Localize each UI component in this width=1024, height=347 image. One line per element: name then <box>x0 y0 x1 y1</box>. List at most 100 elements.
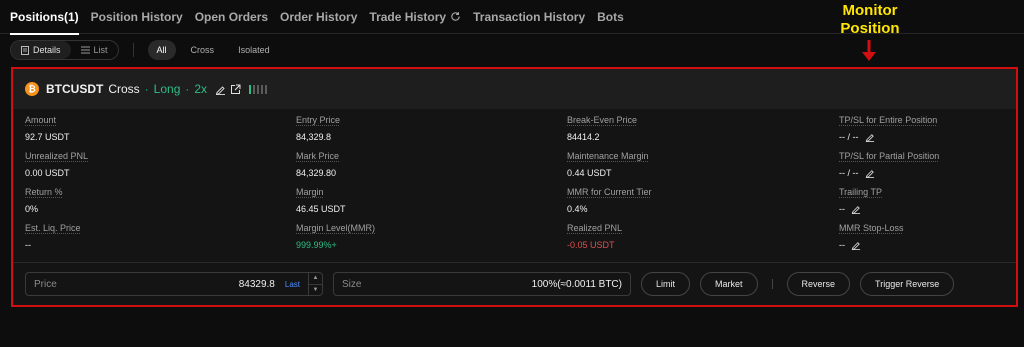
margin-level-value: 999.99%+ <box>296 240 337 250</box>
annotation-arrow-icon <box>862 40 876 61</box>
edit-tpsl-partial-icon[interactable] <box>865 168 875 178</box>
position-side: Long <box>153 82 181 96</box>
field-mmr-stop: MMR Stop-Loss -- <box>839 223 1024 250</box>
trigger-reverse-button[interactable]: Trigger Reverse <box>860 272 955 296</box>
price-stepper: ▲ ▼ <box>308 273 322 295</box>
return-value: 0% <box>25 204 39 214</box>
position-symbol: BTCUSDT <box>46 82 104 96</box>
mark-price-label: Mark Price <box>296 151 340 161</box>
tab-positions[interactable]: Positions(1) <box>10 0 79 35</box>
margin-level-label: Margin Level(MMR) <box>296 223 376 233</box>
risk-bar <box>253 84 256 94</box>
button-divider <box>771 279 773 289</box>
field-return: Return % 0% <box>25 187 285 214</box>
bitcoin-icon: ₿ <box>25 82 39 96</box>
tab-order-history[interactable]: Order History <box>280 0 357 34</box>
tab-position-history[interactable]: Position History <box>91 0 183 34</box>
filter-cross[interactable]: Cross <box>182 40 224 60</box>
mmr-tier-value: 0.4% <box>567 204 588 214</box>
trailing-tp-text: -- <box>839 204 845 214</box>
amount-label: Amount <box>25 115 57 125</box>
price-input[interactable]: Price 84329.8 Last ▲ ▼ <box>25 272 323 296</box>
risk-level-bars <box>249 84 269 94</box>
filter-row: Details List All Cross Isolated <box>10 40 285 60</box>
trailing-tp-label: Trailing TP <box>839 187 883 197</box>
field-amount: Amount 92.7 USDT <box>25 115 285 142</box>
maint-margin-label: Maintenance Margin <box>567 151 649 161</box>
tpsl-entire-value: -- / -- <box>839 132 1024 142</box>
mmr-tier-label: MMR for Current Tier <box>567 187 652 197</box>
position-card: ₿ BTCUSDT Cross · Long · 2x Amount 92.7 … <box>11 67 1018 307</box>
size-placeholder: Size <box>342 278 362 290</box>
tpsl-entire-label: TP/SL for Entire Position <box>839 115 938 125</box>
tpsl-partial-text: -- / -- <box>839 168 859 178</box>
annotation-line-2: Position <box>840 20 900 37</box>
size-input[interactable]: Size 100%(≈0.0011 BTC) <box>333 272 631 296</box>
details-icon <box>21 45 29 55</box>
edit-mmr-stop-icon[interactable] <box>851 240 861 250</box>
field-margin: Margin 46.45 USDT <box>296 187 556 214</box>
return-label: Return % <box>25 187 63 197</box>
unrealized-pnl-value: 0.00 USDT <box>25 168 70 178</box>
annotation-label: Monitor Position <box>800 2 940 38</box>
details-view-button[interactable]: Details <box>11 41 71 59</box>
tab-trade-history[interactable]: Trade History <box>369 0 461 34</box>
mmr-stop-label: MMR Stop-Loss <box>839 223 904 233</box>
risk-bar <box>249 84 252 94</box>
list-view-button[interactable]: List <box>71 41 118 59</box>
tab-bots[interactable]: Bots <box>597 0 624 34</box>
position-margin-mode: Cross <box>108 82 140 96</box>
field-break-even: Break-Even Price 84414.2 <box>567 115 827 142</box>
field-est-liq: Est. Liq. Price -- <box>25 223 285 250</box>
list-icon <box>80 46 90 54</box>
tab-trade-history-label: Trade History <box>369 9 447 24</box>
market-close-button[interactable]: Market <box>700 272 758 296</box>
break-even-value: 84414.2 <box>567 132 600 142</box>
view-toggle: Details List <box>10 40 119 60</box>
price-increment-icon[interactable]: ▲ <box>309 273 322 285</box>
break-even-label: Break-Even Price <box>567 115 638 125</box>
filter-isolated[interactable]: Isolated <box>229 40 279 60</box>
price-placeholder: Price <box>34 278 57 290</box>
details-label: Details <box>33 45 61 55</box>
field-mark-price: Mark Price 84,329.80 <box>296 151 556 178</box>
entry-price-label: Entry Price <box>296 115 341 125</box>
mark-price-value: 84,329.80 <box>296 168 337 178</box>
price-decrement-icon[interactable]: ▼ <box>309 285 322 296</box>
edit-leverage-icon[interactable] <box>215 84 226 95</box>
est-liq-label: Est. Liq. Price <box>25 223 81 233</box>
refresh-icon[interactable] <box>450 11 461 22</box>
field-mmr-tier: MMR for Current Tier 0.4% <box>567 187 827 214</box>
tab-open-orders[interactable]: Open Orders <box>195 0 268 34</box>
realized-pnl-value: -0.05 USDT <box>567 240 615 250</box>
field-maint-margin: Maintenance Margin 0.44 USDT <box>567 151 827 178</box>
field-tpsl-partial: TP/SL for Partial Position -- / -- <box>839 151 1024 178</box>
share-icon[interactable] <box>230 84 241 95</box>
annotation-line-1: Monitor <box>842 2 898 19</box>
trailing-tp-value: -- <box>839 204 1024 214</box>
margin-value: 46.45 USDT <box>296 204 346 214</box>
position-leverage: 2x <box>194 82 208 96</box>
amount-value: 92.7 USDT <box>25 132 70 142</box>
edit-tpsl-entire-icon[interactable] <box>865 132 875 142</box>
filter-divider <box>132 43 134 57</box>
reverse-button[interactable]: Reverse <box>786 272 851 296</box>
tpsl-partial-value: -- / -- <box>839 168 1024 178</box>
filter-all[interactable]: All <box>147 40 176 60</box>
field-realized-pnl: Realized PNL -0.05 USDT <box>567 223 827 250</box>
edit-trailing-tp-icon[interactable] <box>851 204 861 214</box>
entry-price-value: 84,329.8 <box>296 132 332 142</box>
separator-dot-2: · <box>185 82 190 96</box>
tpsl-entire-text: -- / -- <box>839 132 859 142</box>
risk-bar <box>261 84 264 94</box>
risk-bar <box>265 84 268 94</box>
price-value: 84329.8 <box>238 278 275 290</box>
unrealized-pnl-label: Unrealized PNL <box>25 151 89 161</box>
size-value: 100%(≈0.0011 BTC) <box>531 278 622 290</box>
limit-close-button[interactable]: Limit <box>641 272 691 296</box>
card-divider <box>13 262 1016 263</box>
tab-transaction-history[interactable]: Transaction History <box>473 0 585 34</box>
mmr-stop-text: -- <box>839 240 845 250</box>
field-unrealized-pnl: Unrealized PNL 0.00 USDT <box>25 151 285 178</box>
last-price-button[interactable]: Last <box>285 280 300 289</box>
